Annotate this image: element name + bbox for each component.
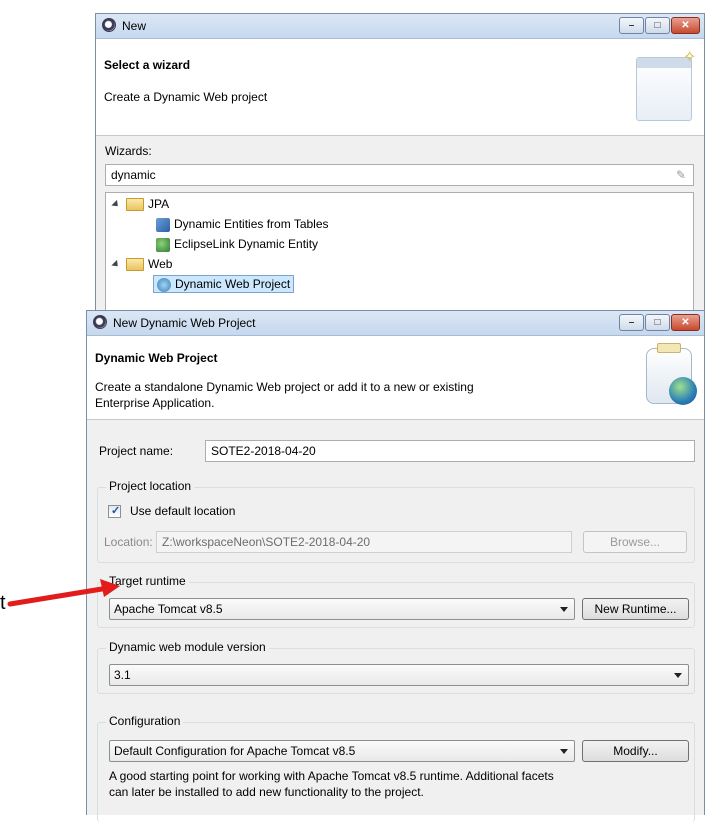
side-text: t bbox=[0, 592, 6, 614]
annotation-arrow bbox=[7, 579, 120, 607]
